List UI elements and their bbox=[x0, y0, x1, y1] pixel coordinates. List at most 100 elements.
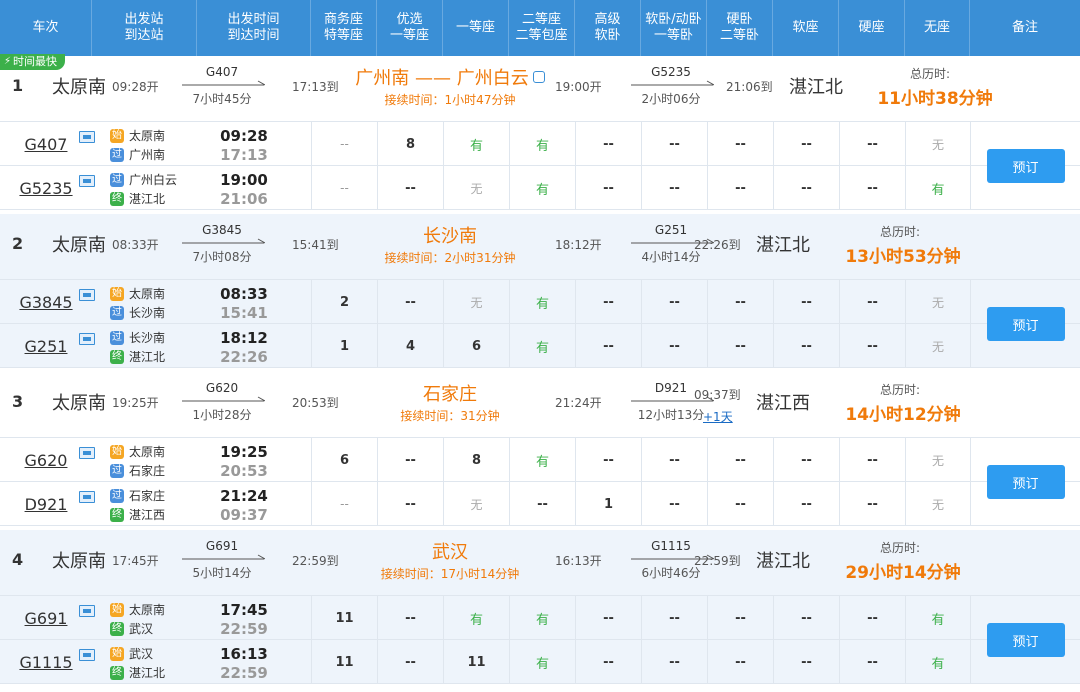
book-button[interactable]: 预订 bbox=[986, 465, 1065, 499]
leg1-duration: 5小时14分 bbox=[192, 566, 252, 580]
seat-cell: -- bbox=[377, 640, 443, 684]
seat-cell: -- bbox=[575, 324, 641, 368]
header-col-sublabel: 到达时间 bbox=[227, 28, 280, 43]
departure-station: 始太原南 bbox=[110, 127, 165, 144]
seat-cell: -- bbox=[509, 482, 575, 526]
transfer-station: 武汉 bbox=[432, 542, 468, 563]
next-day-link[interactable]: +1天 bbox=[703, 408, 733, 425]
arrival-station: 终湛江西 bbox=[110, 506, 165, 523]
book-button[interactable]: 预订 bbox=[986, 307, 1065, 341]
seat-availability: -- bbox=[669, 452, 680, 468]
seat-cell: -- bbox=[839, 166, 905, 210]
header-col-label: 车次 bbox=[32, 20, 59, 35]
book-cell: 预订 bbox=[970, 438, 1080, 526]
train-info-icon[interactable] bbox=[79, 605, 95, 617]
seat-cell: -- bbox=[839, 596, 905, 640]
leg1-train: G691 bbox=[205, 539, 239, 553]
seat-availability: 无 bbox=[931, 339, 944, 354]
header-col-sublabel: 二等卧 bbox=[719, 28, 759, 43]
seat-availability: -- bbox=[735, 452, 746, 468]
station-name: 湛江北 bbox=[129, 350, 166, 364]
seat-availability: -- bbox=[405, 294, 416, 310]
train-number-link[interactable]: G1115 bbox=[16, 653, 76, 672]
arrival-station: 过长沙南 bbox=[110, 304, 165, 321]
train-number-link[interactable]: G691 bbox=[16, 609, 76, 628]
seat-cell: -- bbox=[707, 280, 773, 324]
train-number-link[interactable]: G5235 bbox=[16, 179, 76, 198]
leg1-duration: 7小时45分 bbox=[192, 92, 252, 106]
book-button[interactable]: 预订 bbox=[986, 623, 1065, 657]
origin-station: 太原南 bbox=[52, 393, 106, 414]
seat-cell: 有 bbox=[509, 166, 575, 210]
seat-availability: -- bbox=[735, 496, 746, 512]
seat-cell: -- bbox=[839, 122, 905, 166]
station-name: 太原南 bbox=[129, 603, 166, 617]
seat-availability: -- bbox=[867, 452, 878, 468]
seat-cell: 有 bbox=[509, 324, 575, 368]
seat-availability: 无 bbox=[470, 181, 483, 196]
station-name: 广州白云 bbox=[129, 173, 178, 187]
arrival-station: 终武汉 bbox=[110, 620, 153, 637]
transfer-wait: 接续时间：1小时47分钟 bbox=[384, 93, 516, 107]
bolt-icon: ⚡ bbox=[4, 56, 12, 67]
book-button[interactable]: 预订 bbox=[986, 149, 1065, 183]
seat-cell: -- bbox=[641, 166, 707, 210]
train-number-link[interactable]: G620 bbox=[16, 451, 76, 470]
seat-availability: -- bbox=[405, 610, 416, 626]
train-number-link[interactable]: G251 bbox=[16, 337, 76, 356]
seat-availability: 6 bbox=[339, 452, 350, 468]
seat-cell: -- bbox=[773, 324, 839, 368]
header-col-label: 出发时间 bbox=[227, 12, 280, 27]
seat-cell: 有 bbox=[509, 280, 575, 324]
seat-cell: -- bbox=[311, 482, 377, 526]
seat-availability: -- bbox=[603, 338, 614, 354]
header-col-label: 硬座 bbox=[858, 20, 885, 35]
leg-arrow-icon bbox=[182, 238, 265, 244]
departure-time: 19:25开 bbox=[112, 396, 159, 410]
seat-availability: -- bbox=[405, 452, 416, 468]
train-info-icon[interactable] bbox=[79, 289, 95, 301]
header-col-label: 出发站 bbox=[124, 12, 164, 27]
leg1-duration: 1小时28分 bbox=[192, 408, 252, 422]
header-col: 备注 bbox=[970, 0, 1080, 56]
header-col: 一等座 bbox=[443, 0, 509, 56]
train-info-icon[interactable] bbox=[79, 333, 95, 345]
train-number-link[interactable]: D921 bbox=[16, 495, 76, 514]
plan-summary: 3 太原南 19:25开 G620 1小时28分 20:53到 石家庄 接续时间：31分钟 21… bbox=[0, 372, 1080, 438]
seat-availability: -- bbox=[669, 294, 680, 310]
seat-cell: -- bbox=[707, 596, 773, 640]
train-number-link[interactable]: G407 bbox=[16, 135, 76, 154]
seat-availability: 有 bbox=[535, 138, 549, 154]
total-duration: 11小时38分钟 bbox=[877, 89, 993, 109]
leg2-departure: 19:00开 bbox=[555, 80, 602, 94]
origin-station: 太原南 bbox=[52, 235, 106, 256]
station-name: 湛江北 bbox=[129, 192, 166, 206]
seat-cell: 11 bbox=[311, 640, 377, 684]
seat-cell: 有 bbox=[443, 122, 509, 166]
arrive-time: 21:06 bbox=[220, 190, 268, 208]
seat-cell: -- bbox=[839, 482, 905, 526]
seat-cell: -- bbox=[707, 166, 773, 210]
depart-time: 19:00 bbox=[220, 171, 268, 189]
departure-time: 08:33开 bbox=[112, 238, 159, 252]
plan-summary: 2 太原南 08:33开 G3845 7小时08分 15:41到 长沙南 接续时间：2小时31… bbox=[0, 214, 1080, 280]
map-pin-icon[interactable] bbox=[532, 71, 545, 83]
destination-station: 湛江北 bbox=[789, 77, 843, 98]
train-info-icon[interactable] bbox=[79, 491, 95, 503]
leg1-train: G620 bbox=[205, 381, 239, 395]
transfer-station: 长沙南 bbox=[423, 226, 477, 247]
total-duration: 29小时14分钟 bbox=[845, 563, 961, 583]
train-row: G691 始太原南终武汉 17:45 22:59 11 -- 有 有 -- -- -- -- -- 有 bbox=[0, 596, 1080, 640]
seat-availability: -- bbox=[735, 610, 746, 626]
train-info-icon[interactable] bbox=[79, 447, 95, 459]
train-number-link[interactable]: G3845 bbox=[16, 293, 76, 312]
train-info-icon[interactable] bbox=[79, 175, 95, 187]
seat-cell: 有 bbox=[509, 596, 575, 640]
train-info-icon[interactable] bbox=[79, 131, 95, 143]
seat-cell: -- bbox=[773, 482, 839, 526]
seat-cell: -- bbox=[575, 596, 641, 640]
seat-availability: -- bbox=[603, 610, 614, 626]
seat-availability: -- bbox=[867, 654, 878, 670]
train-info-icon[interactable] bbox=[79, 649, 95, 661]
leg2-train: G5235 bbox=[651, 65, 691, 79]
